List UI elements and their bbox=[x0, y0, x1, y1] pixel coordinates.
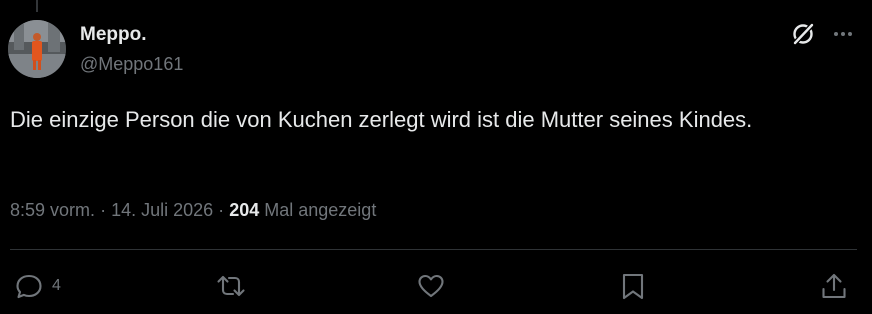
divider bbox=[10, 249, 857, 250]
reply-icon bbox=[16, 274, 42, 299]
more-icon[interactable] bbox=[830, 22, 856, 46]
thread-connector-line bbox=[36, 0, 38, 12]
share-button[interactable] bbox=[819, 270, 849, 302]
bookmark-icon bbox=[622, 273, 644, 300]
views-label: Mal angezeigt bbox=[264, 200, 377, 220]
like-button[interactable] bbox=[416, 270, 446, 302]
tweet-meta: 8:59 vorm. · 14. Juli 2026 · 204 Mal ang… bbox=[10, 200, 376, 221]
avatar[interactable] bbox=[8, 20, 66, 78]
grok-icon[interactable] bbox=[789, 20, 817, 48]
display-name[interactable]: Meppo. bbox=[80, 24, 147, 46]
meta-separator: · bbox=[100, 200, 107, 220]
meta-separator: · bbox=[218, 200, 225, 220]
share-icon bbox=[822, 273, 846, 299]
reply-count: 4 bbox=[52, 277, 61, 294]
like-icon bbox=[418, 274, 444, 298]
tweet-time[interactable]: 8:59 vorm. bbox=[10, 200, 95, 220]
user-handle[interactable]: @Meppo161 bbox=[80, 54, 183, 75]
retweet-icon bbox=[217, 275, 245, 297]
views-count[interactable]: 204 bbox=[229, 200, 259, 220]
tweet-text: Die einzige Person die von Kuchen zerleg… bbox=[10, 107, 753, 132]
bookmark-button[interactable] bbox=[618, 270, 648, 302]
avatar-image bbox=[8, 20, 66, 78]
reply-button[interactable]: 4 bbox=[14, 270, 61, 302]
tweet-date[interactable]: 14. Juli 2026 bbox=[111, 200, 213, 220]
retweet-button[interactable] bbox=[216, 270, 246, 302]
